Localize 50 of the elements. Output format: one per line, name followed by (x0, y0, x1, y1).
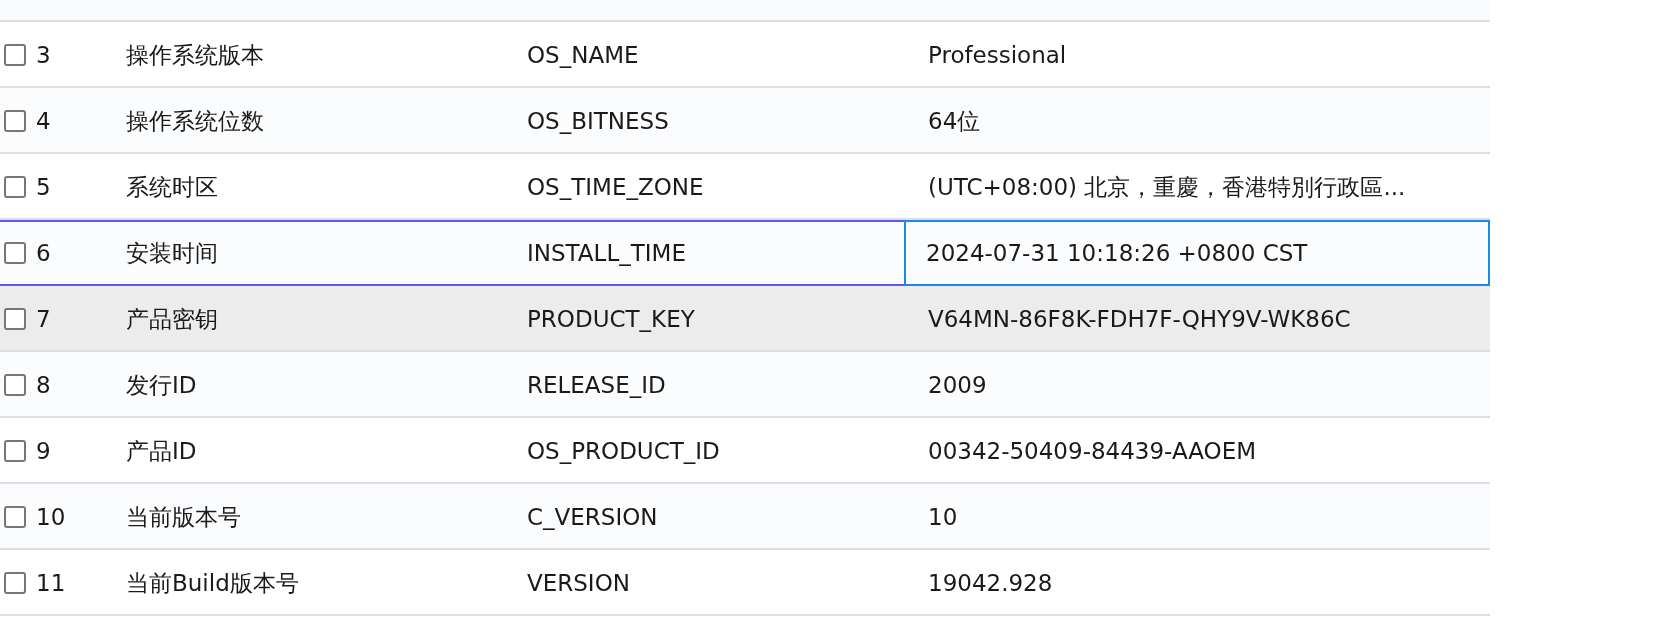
table-cell-text: 操作系统位数 (126, 106, 264, 136)
checkbox[interactable] (4, 374, 26, 396)
row-number: 3 (36, 42, 51, 68)
checkbox[interactable] (4, 110, 26, 132)
row-number: 4 (36, 108, 51, 134)
table-cell: V64MN-86F8K-FDH7F-QHY9V-WK86C (928, 306, 1351, 332)
table-cell-text: 系统时区 (126, 172, 218, 202)
checkbox[interactable] (4, 44, 26, 66)
table-cell: 10 (928, 504, 958, 530)
table-row[interactable]: 4 操作系统位数 OS_BITNESS 64位 (0, 88, 1490, 154)
table-cell: C_VERSION (527, 504, 658, 530)
table-cell: OS_TIME_ZONE (527, 174, 704, 200)
table-cell-text: 安装时间 (126, 238, 218, 268)
table-cell: OS_BITNESS (527, 108, 669, 134)
table-row[interactable]: 6 安装时间 INSTALL_TIME 2024-07-31 10:18:26 +0800 CST (0, 220, 1490, 286)
table-cell: OS_NAME (527, 42, 639, 68)
row-number: 9 (36, 438, 51, 464)
table-cell-text: 当前Build版本号 (126, 568, 299, 598)
table-cell: Professional (928, 42, 1067, 68)
table-cell: INSTALL_TIME (527, 240, 686, 266)
table-cell-text: (UTC+08:00) 北京，重慶，香港特別行政區... (928, 172, 1406, 202)
table-row[interactable]: 10 当前版本号 C_VERSION 10 (0, 484, 1490, 550)
checkbox[interactable] (4, 440, 26, 462)
table-cell-text: 产品ID (126, 436, 197, 466)
table-cell: 2009 (928, 372, 987, 398)
table-cell: RELEASE_ID (527, 372, 666, 398)
row-number: 10 (36, 504, 66, 530)
table-cell: PRODUCT_KEY (527, 306, 695, 332)
table-cell-text: 64位 (928, 106, 981, 136)
table-cell: 2024-07-31 10:18:26 +0800 CST (926, 240, 1308, 266)
table-cell: OS_PRODUCT_ID (527, 438, 720, 464)
table-cell: 00342-50409-84439-AAOEM (928, 438, 1257, 464)
table-cell-text: 产品密钥 (126, 304, 218, 334)
checkbox[interactable] (4, 242, 26, 264)
table-cell-text: 操作系统版本 (126, 40, 264, 70)
checkbox[interactable] (4, 176, 26, 198)
row-number: 11 (36, 570, 66, 596)
table-cell-text: 当前版本号 (126, 502, 241, 532)
table-row[interactable]: 8 发行ID RELEASE_ID 2009 (0, 352, 1490, 418)
row-number: 6 (36, 240, 51, 266)
table-cell: VERSION (527, 570, 630, 596)
row-number: 5 (36, 174, 51, 200)
table-cell-text: 发行ID (126, 370, 197, 400)
checkbox[interactable] (4, 572, 26, 594)
checkbox[interactable] (4, 506, 26, 528)
checkbox[interactable] (4, 308, 26, 330)
row-number: 8 (36, 372, 51, 398)
row-number: 7 (36, 306, 51, 332)
table-cell: 19042.928 (928, 570, 1053, 596)
table-row[interactable]: 7 产品密钥 PRODUCT_KEY V64MN-86F8K-FDH7F-QHY9V-WK86C (0, 286, 1490, 352)
